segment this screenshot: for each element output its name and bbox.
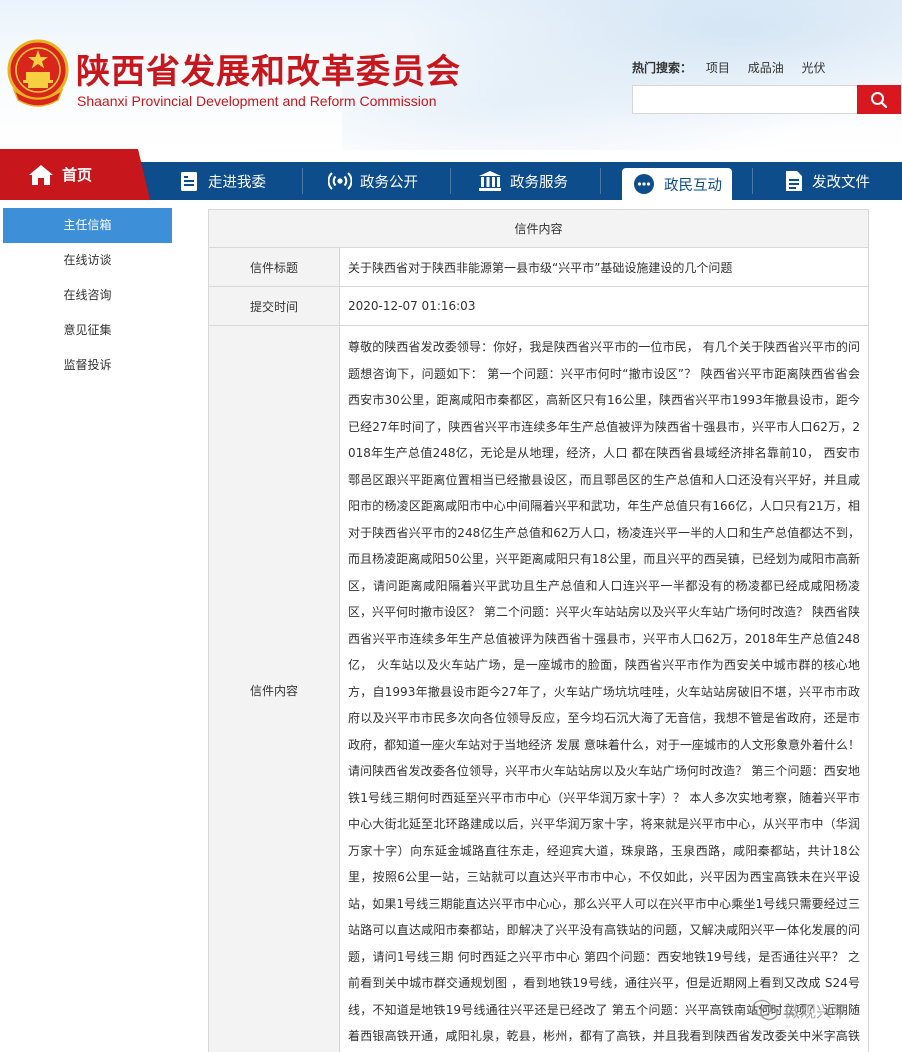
site-subtitle: Shaanxi Provincial Development and Refor… xyxy=(77,93,437,109)
nav-item-about[interactable]: 走进我委 xyxy=(178,162,266,200)
nav-separator xyxy=(600,168,601,194)
nav-item-documents[interactable]: 发改文件 xyxy=(784,162,870,200)
letter-content: 尊敬的陕西省发改委领导：你好，我是陕西省兴平市的一位市民， 有几个关于陕西省兴平… xyxy=(348,340,861,1043)
nav-home-label: 首页 xyxy=(62,166,93,184)
watermark: 微观兴平 xyxy=(752,998,848,1022)
sidebar-item-supervision-complaint[interactable]: 监督投诉 xyxy=(3,348,172,383)
main-nav: 首页 走进我委 政务公开 政务服务 政民互动 发改文件 xyxy=(0,149,902,200)
letter-content-cell: 尊敬的陕西省发改委领导：你好，我是陕西省兴平市的一位市民， 有几个关于陕西省兴平… xyxy=(338,325,870,1052)
hot-keyword-link[interactable]: 光伏 xyxy=(802,61,826,75)
document-icon xyxy=(786,171,802,191)
building-icon xyxy=(181,172,197,191)
national-emblem-icon[interactable] xyxy=(6,38,70,110)
chat-bubble-icon xyxy=(634,174,654,194)
search-button[interactable] xyxy=(857,85,901,114)
site-header: 陕西省发展和改革委员会 Shaanxi Provincial Developme… xyxy=(0,0,902,150)
sidebar-item-opinion-collection[interactable]: 意见征集 xyxy=(3,313,172,348)
sidebar-item-director-mailbox[interactable]: 主任信箱 xyxy=(3,208,172,243)
letter-table: 信件内容 信件标题 关于陕西省对于陕西非能源第一县市级“兴平市”基础设施建设的几… xyxy=(207,209,870,1052)
search-box xyxy=(632,85,901,114)
subject-label: 信件标题 xyxy=(208,247,340,287)
nav-separator xyxy=(450,168,451,194)
institution-icon xyxy=(479,171,501,191)
home-icon xyxy=(29,164,53,185)
nav-separator xyxy=(302,168,303,194)
hot-search-label: 热门搜索： xyxy=(632,61,693,75)
letter-table-title: 信件内容 xyxy=(207,209,870,248)
watermark-text: 微观兴平 xyxy=(784,1002,849,1021)
hot-keyword-link[interactable]: 项目 xyxy=(706,61,730,75)
nav-item-label: 走进我委 xyxy=(208,174,266,191)
wechat-icon xyxy=(752,999,778,1021)
nav-item-label: 政务服务 xyxy=(510,174,568,191)
broadcast-icon xyxy=(328,172,352,190)
nav-item-label: 发改文件 xyxy=(812,174,870,191)
sidebar: 主任信箱 在线访谈 在线咨询 意见征集 监督投诉 xyxy=(3,208,172,383)
search-input[interactable] xyxy=(633,86,859,113)
nav-separator xyxy=(752,168,753,194)
nav-item-gov-affairs[interactable]: 政务公开 xyxy=(328,162,418,200)
hot-keyword-link[interactable]: 成品油 xyxy=(748,61,784,75)
nav-home[interactable]: 首页 xyxy=(0,149,150,200)
search-icon xyxy=(871,91,888,108)
hot-search: 热门搜索： 项目 成品油 光伏 xyxy=(632,59,840,76)
letter-time: 2020-12-07 01:16:03 xyxy=(338,286,870,326)
content-label: 信件内容 xyxy=(208,325,340,1052)
nav-item-label: 政务公开 xyxy=(360,174,418,191)
sidebar-item-online-consult[interactable]: 在线咨询 xyxy=(3,278,172,313)
nav-item-label: 政民互动 xyxy=(664,177,722,194)
nav-item-gov-service[interactable]: 政务服务 xyxy=(478,162,568,200)
time-label: 提交时间 xyxy=(208,286,340,326)
letter-subject: 关于陕西省对于陕西非能源第一县市级“兴平市”基础设施建设的几个问题 xyxy=(338,247,870,287)
site-title[interactable]: 陕西省发展和改革委员会 xyxy=(76,44,461,93)
sidebar-item-online-interview[interactable]: 在线访谈 xyxy=(3,243,172,278)
nav-item-interaction[interactable]: 政民互动 xyxy=(622,168,732,200)
